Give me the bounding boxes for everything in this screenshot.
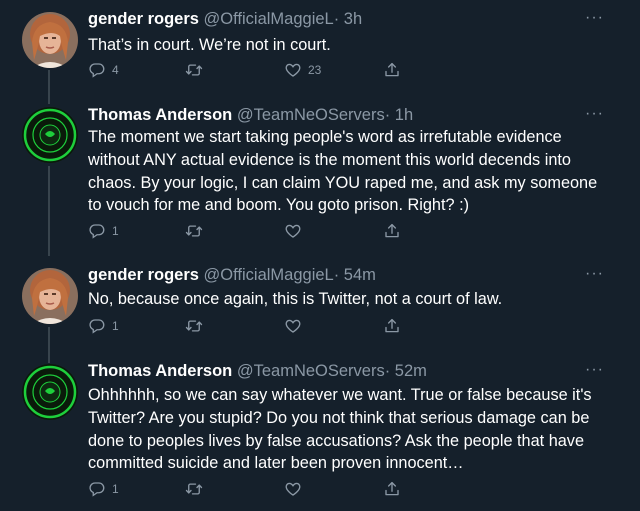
avatar[interactable] (22, 107, 78, 163)
reply-icon (88, 222, 106, 240)
reply-button[interactable]: 1 (88, 317, 119, 335)
retweet-button[interactable] (185, 61, 203, 79)
share-icon (383, 317, 401, 335)
tweet-time[interactable]: · 3h (334, 10, 362, 28)
retweet-button[interactable] (185, 222, 203, 240)
tweet-time[interactable]: · 1h (385, 106, 413, 124)
author-handle[interactable]: @OfficialMaggieL (204, 266, 334, 284)
tweet-text-line: The moment we start taking people's word… (88, 128, 562, 146)
tweet-time[interactable]: · 54m (334, 266, 376, 284)
tweet-text-line: chaos. By your logic, I can claim YOU ra… (88, 173, 598, 192)
share-icon (383, 61, 401, 79)
avatar[interactable] (22, 12, 78, 68)
like-button[interactable] (284, 222, 302, 240)
share-icon (383, 480, 401, 498)
retweet-button[interactable] (185, 317, 203, 335)
author-handle[interactable]: @TeamNeOServers (237, 106, 385, 124)
reply-icon (88, 61, 106, 79)
like-button[interactable] (284, 480, 302, 498)
reply-count: 1 (112, 482, 119, 496)
tweet-text: No, because once again, this is Twitter,… (88, 290, 503, 308)
tweet-text-line: Ohhhhhh, so we can say whatever we want.… (88, 386, 592, 404)
reply-count: 1 (112, 224, 119, 238)
reply-count: 4 (112, 63, 119, 77)
reply-button[interactable]: 4 (88, 61, 119, 79)
like-icon (284, 222, 302, 240)
share-button[interactable] (383, 61, 401, 79)
author-name[interactable]: gender rogers (88, 266, 199, 284)
more-options-icon[interactable]: ··· (585, 361, 604, 379)
reply-button[interactable]: 1 (88, 222, 119, 240)
more-options-icon[interactable]: ··· (585, 105, 604, 123)
like-icon (284, 480, 302, 498)
author-name[interactable]: Thomas Anderson (88, 106, 232, 124)
retweet-icon (185, 317, 203, 335)
tweet-text-line: to vouch for me and boom. You goto priso… (88, 196, 470, 215)
reply-count: 1 (112, 319, 119, 333)
like-button[interactable] (284, 317, 302, 335)
reply-button[interactable]: 1 (88, 480, 119, 498)
tweet-text: The moment we start taking people's word… (88, 126, 608, 217)
tweet-text: That’s in court. We’re not in court. (88, 36, 331, 54)
reply-icon (88, 480, 106, 498)
thread-line (48, 327, 50, 363)
tweet-text: Ohhhhhh, so we can say whatever we want.… (88, 384, 608, 475)
retweet-icon (185, 222, 203, 240)
retweet-button[interactable] (185, 480, 203, 498)
like-button[interactable]: 23 (284, 61, 321, 79)
tweet-text-line: without ANY actual evidence is the momen… (88, 150, 571, 169)
like-count: 23 (308, 63, 322, 77)
tweet-text-line: committed suicide and later been proven … (88, 454, 464, 473)
author-name[interactable]: Thomas Anderson (88, 362, 232, 380)
thread-line (48, 166, 50, 256)
more-options-icon[interactable]: ··· (585, 9, 604, 27)
share-button[interactable] (383, 480, 401, 498)
tweet-text-line: done to peoples lives by false accusatio… (88, 431, 585, 450)
retweet-icon (185, 61, 203, 79)
share-icon (383, 222, 401, 240)
author-name[interactable]: gender rogers (88, 10, 199, 28)
tweet-time[interactable]: · 52m (385, 362, 427, 380)
like-icon (284, 61, 302, 79)
avatar[interactable] (22, 268, 78, 324)
like-icon (284, 317, 302, 335)
author-handle[interactable]: @TeamNeOServers (237, 362, 385, 380)
thread-line (48, 70, 50, 104)
tweet-text-line: Twitter? Are you stupid? Do you not thin… (88, 408, 590, 427)
more-options-icon[interactable]: ··· (585, 265, 604, 283)
share-button[interactable] (383, 317, 401, 335)
share-button[interactable] (383, 222, 401, 240)
reply-icon (88, 317, 106, 335)
author-handle[interactable]: @OfficialMaggieL (204, 10, 334, 28)
avatar[interactable] (22, 364, 78, 420)
retweet-icon (185, 480, 203, 498)
